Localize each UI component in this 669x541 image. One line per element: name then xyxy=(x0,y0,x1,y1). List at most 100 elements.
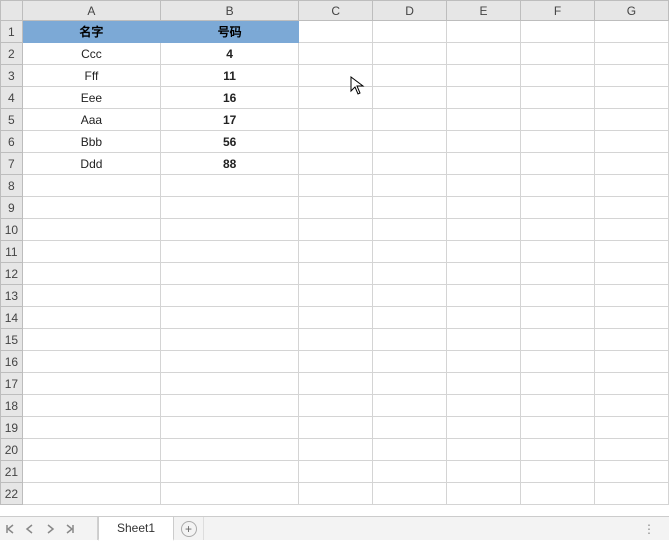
cell[interactable] xyxy=(594,351,668,373)
row-header[interactable]: 10 xyxy=(1,219,23,241)
cell[interactable] xyxy=(447,21,521,43)
row-header[interactable]: 20 xyxy=(1,439,23,461)
cell[interactable] xyxy=(373,175,447,197)
cell[interactable] xyxy=(299,175,373,197)
row-header[interactable]: 7 xyxy=(1,153,23,175)
row-header[interactable]: 15 xyxy=(1,329,23,351)
cell[interactable] xyxy=(299,307,373,329)
cell[interactable] xyxy=(447,483,521,505)
cell[interactable] xyxy=(299,43,373,65)
col-header-A[interactable]: A xyxy=(22,1,160,21)
cell[interactable] xyxy=(521,417,595,439)
cell[interactable] xyxy=(447,307,521,329)
cell[interactable] xyxy=(447,263,521,285)
cell[interactable] xyxy=(373,395,447,417)
cell[interactable] xyxy=(22,263,160,285)
cell[interactable] xyxy=(521,197,595,219)
cell-B6[interactable]: 56 xyxy=(161,131,299,153)
cell[interactable] xyxy=(447,439,521,461)
cell[interactable] xyxy=(299,241,373,263)
cell[interactable] xyxy=(594,197,668,219)
cell[interactable] xyxy=(22,241,160,263)
cell[interactable] xyxy=(447,197,521,219)
cell[interactable] xyxy=(594,175,668,197)
cell[interactable] xyxy=(373,417,447,439)
cell[interactable] xyxy=(594,263,668,285)
cell[interactable] xyxy=(299,329,373,351)
cell[interactable] xyxy=(447,153,521,175)
cell[interactable] xyxy=(22,219,160,241)
row-header[interactable]: 2 xyxy=(1,43,23,65)
col-header-C[interactable]: C xyxy=(299,1,373,21)
tab-more-icon[interactable]: ⋮ xyxy=(639,517,659,540)
cell-B4[interactable]: 16 xyxy=(161,87,299,109)
cell[interactable] xyxy=(161,439,299,461)
add-sheet-button[interactable]: + xyxy=(174,517,204,540)
cell[interactable] xyxy=(22,395,160,417)
cell[interactable] xyxy=(22,197,160,219)
col-header-D[interactable]: D xyxy=(373,1,447,21)
cell[interactable] xyxy=(161,461,299,483)
row-header[interactable]: 3 xyxy=(1,65,23,87)
row-header[interactable]: 13 xyxy=(1,285,23,307)
cell[interactable] xyxy=(299,373,373,395)
cell[interactable] xyxy=(161,417,299,439)
col-header-G[interactable]: G xyxy=(594,1,668,21)
cell[interactable] xyxy=(22,483,160,505)
cell-B5[interactable]: 17 xyxy=(161,109,299,131)
cell[interactable] xyxy=(161,285,299,307)
cell[interactable] xyxy=(594,417,668,439)
cell[interactable] xyxy=(22,351,160,373)
cell[interactable] xyxy=(299,483,373,505)
cell[interactable] xyxy=(22,329,160,351)
cell[interactable] xyxy=(447,109,521,131)
cell[interactable] xyxy=(447,43,521,65)
cell[interactable] xyxy=(299,461,373,483)
cell[interactable] xyxy=(373,307,447,329)
cell[interactable] xyxy=(594,65,668,87)
cell[interactable] xyxy=(447,175,521,197)
cell[interactable] xyxy=(299,131,373,153)
cell[interactable] xyxy=(447,351,521,373)
sheet-tab-sheet1[interactable]: Sheet1 xyxy=(98,517,174,541)
cell[interactable] xyxy=(594,219,668,241)
cell[interactable] xyxy=(373,351,447,373)
cell-A3[interactable]: Fff xyxy=(22,65,160,87)
cell[interactable] xyxy=(447,87,521,109)
col-header-E[interactable]: E xyxy=(447,1,521,21)
cell[interactable] xyxy=(161,307,299,329)
cell-B1[interactable]: 号码 xyxy=(161,21,299,43)
tab-nav-first-button[interactable] xyxy=(0,517,20,540)
cell[interactable] xyxy=(521,329,595,351)
cell[interactable] xyxy=(299,109,373,131)
cell[interactable] xyxy=(521,307,595,329)
cell[interactable] xyxy=(447,131,521,153)
cell[interactable] xyxy=(594,153,668,175)
cell-A7[interactable]: Ddd xyxy=(22,153,160,175)
cell-A5[interactable]: Aaa xyxy=(22,109,160,131)
cell[interactable] xyxy=(521,131,595,153)
cell[interactable] xyxy=(594,439,668,461)
tab-nav-last-button[interactable] xyxy=(60,517,80,540)
row-header[interactable]: 4 xyxy=(1,87,23,109)
cell[interactable] xyxy=(299,65,373,87)
cell[interactable] xyxy=(521,241,595,263)
cell[interactable] xyxy=(299,285,373,307)
cell[interactable] xyxy=(521,65,595,87)
cell[interactable] xyxy=(373,373,447,395)
row-header[interactable]: 9 xyxy=(1,197,23,219)
cell[interactable] xyxy=(521,87,595,109)
cell-A1[interactable]: 名字 xyxy=(22,21,160,43)
cell[interactable] xyxy=(299,219,373,241)
cell[interactable] xyxy=(373,131,447,153)
cell[interactable] xyxy=(161,175,299,197)
cell[interactable] xyxy=(373,109,447,131)
cell[interactable] xyxy=(447,395,521,417)
tab-nav-prev-button[interactable] xyxy=(20,517,40,540)
cell[interactable] xyxy=(594,43,668,65)
cell[interactable] xyxy=(594,285,668,307)
row-header[interactable]: 17 xyxy=(1,373,23,395)
cell[interactable] xyxy=(161,263,299,285)
cell[interactable] xyxy=(521,21,595,43)
cell[interactable] xyxy=(373,263,447,285)
